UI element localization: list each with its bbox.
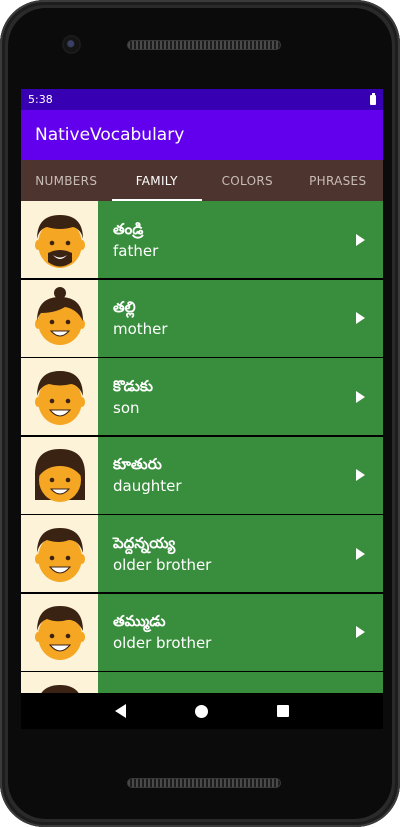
daughter-avatar xyxy=(21,436,98,514)
english-word: older brother xyxy=(113,634,212,652)
play-icon[interactable] xyxy=(356,390,365,403)
play-icon[interactable] xyxy=(356,547,365,560)
word-list: తండ్రి father తల్లి mother కొడుకు son కూ… xyxy=(21,201,383,729)
play-icon[interactable] xyxy=(356,626,365,638)
son-avatar xyxy=(21,358,98,435)
screen: 5:38 NativeVocabulary NUMBERS FAMILY COL… xyxy=(21,89,383,729)
status-time: 5:38 xyxy=(28,93,53,106)
play-icon[interactable] xyxy=(356,233,365,246)
status-bar: 5:38 xyxy=(21,89,383,110)
native-word: కొడుకు xyxy=(113,376,153,395)
tab-numbers[interactable]: NUMBERS xyxy=(21,160,112,201)
play-icon[interactable] xyxy=(356,469,365,481)
home-icon[interactable] xyxy=(194,704,208,718)
list-item[interactable]: తల్లి mother xyxy=(21,279,383,357)
native-word: కూతురు xyxy=(113,455,162,473)
list-item-content: కొడుకు son xyxy=(98,358,383,435)
battery-icon xyxy=(370,92,376,105)
younger-brother-avatar xyxy=(21,593,98,671)
older-brother-avatar xyxy=(21,515,98,592)
native-word: తమ్ముడు xyxy=(113,612,166,630)
tab-phrases[interactable]: PHRASES xyxy=(293,160,384,201)
native-word: తండ్రి xyxy=(113,219,144,238)
list-item[interactable]: పెద్దన్నయ్య older brother xyxy=(21,515,383,592)
mother-avatar xyxy=(21,279,98,357)
top-speaker xyxy=(127,40,281,50)
native-word: పెద్దన్నయ్య xyxy=(113,533,176,552)
tab-colors[interactable]: COLORS xyxy=(202,160,293,201)
phone-frame: 5:38 NativeVocabulary NUMBERS FAMILY COL… xyxy=(0,0,400,827)
app-bar: NativeVocabulary xyxy=(21,110,383,160)
english-word: older brother xyxy=(113,555,212,574)
recents-icon[interactable] xyxy=(276,705,289,717)
front-camera xyxy=(64,37,79,52)
english-word: daughter xyxy=(113,477,182,495)
list-item-content: పెద్దన్నయ్య older brother xyxy=(98,515,383,592)
english-word: father xyxy=(113,241,159,260)
tab-bar: NUMBERS FAMILY COLORS PHRASES xyxy=(21,160,383,201)
app-title: NativeVocabulary xyxy=(35,125,185,145)
play-icon[interactable] xyxy=(356,312,365,324)
father-avatar xyxy=(21,201,98,278)
list-item-content: తండ్రి father xyxy=(98,201,383,278)
back-icon[interactable] xyxy=(115,704,127,718)
list-item[interactable]: కూతురు daughter xyxy=(21,436,383,514)
list-item-content: కూతురు daughter xyxy=(98,436,383,514)
english-word: son xyxy=(113,398,140,417)
list-item[interactable]: తమ్ముడు older brother xyxy=(21,593,383,671)
list-item-content: తల్లి mother xyxy=(98,279,383,357)
english-word: mother xyxy=(113,320,168,338)
bottom-speaker xyxy=(127,778,281,788)
native-word: తల్లి xyxy=(113,298,136,316)
system-nav-bar xyxy=(21,693,383,729)
list-item[interactable]: కొడుకు son xyxy=(21,358,383,435)
list-item[interactable]: తండ్రి father xyxy=(21,201,383,278)
list-item-content: తమ్ముడు older brother xyxy=(98,593,383,671)
tab-family[interactable]: FAMILY xyxy=(111,160,203,201)
